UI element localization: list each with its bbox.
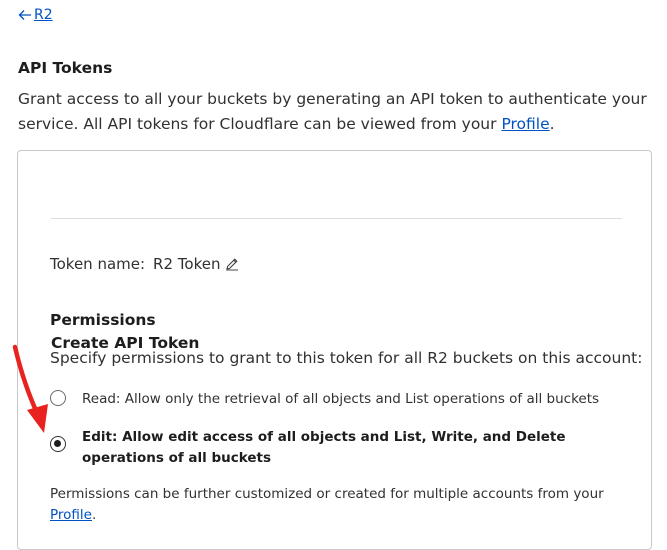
permissions-title: Permissions bbox=[50, 311, 156, 329]
footnote-period: . bbox=[91, 507, 97, 523]
edit-permission-radio[interactable] bbox=[50, 436, 66, 452]
token-name-value: R2 Token bbox=[153, 255, 221, 273]
back-to-r2-link[interactable]: R2 bbox=[18, 7, 53, 23]
description-period: . bbox=[549, 115, 555, 133]
permissions-footnote: Permissions can be further customized or… bbox=[50, 484, 630, 526]
pencil-icon[interactable] bbox=[225, 257, 239, 271]
card-divider bbox=[51, 218, 622, 219]
read-permission-label[interactable]: Read: Allow only the retrieval of all ob… bbox=[82, 389, 599, 410]
api-tokens-title: API Tokens bbox=[18, 59, 113, 77]
read-permission-radio[interactable] bbox=[50, 390, 66, 406]
edit-permission-label[interactable]: Edit: Allow edit access of all objects a… bbox=[82, 427, 622, 469]
arrow-left-icon bbox=[18, 10, 31, 20]
profile-link[interactable]: Profile bbox=[501, 115, 549, 133]
api-tokens-description: Grant access to all your buckets by gene… bbox=[18, 87, 658, 137]
footnote-profile-link[interactable]: Profile bbox=[50, 507, 92, 523]
token-name-label: Token name: bbox=[50, 255, 146, 273]
permissions-description: Specify permissions to grant to this tok… bbox=[50, 349, 643, 367]
footnote-text: Permissions can be further customized or… bbox=[50, 486, 604, 502]
back-link-label: R2 bbox=[34, 7, 53, 23]
token-name-row: Token name: R2 Token bbox=[50, 255, 239, 273]
